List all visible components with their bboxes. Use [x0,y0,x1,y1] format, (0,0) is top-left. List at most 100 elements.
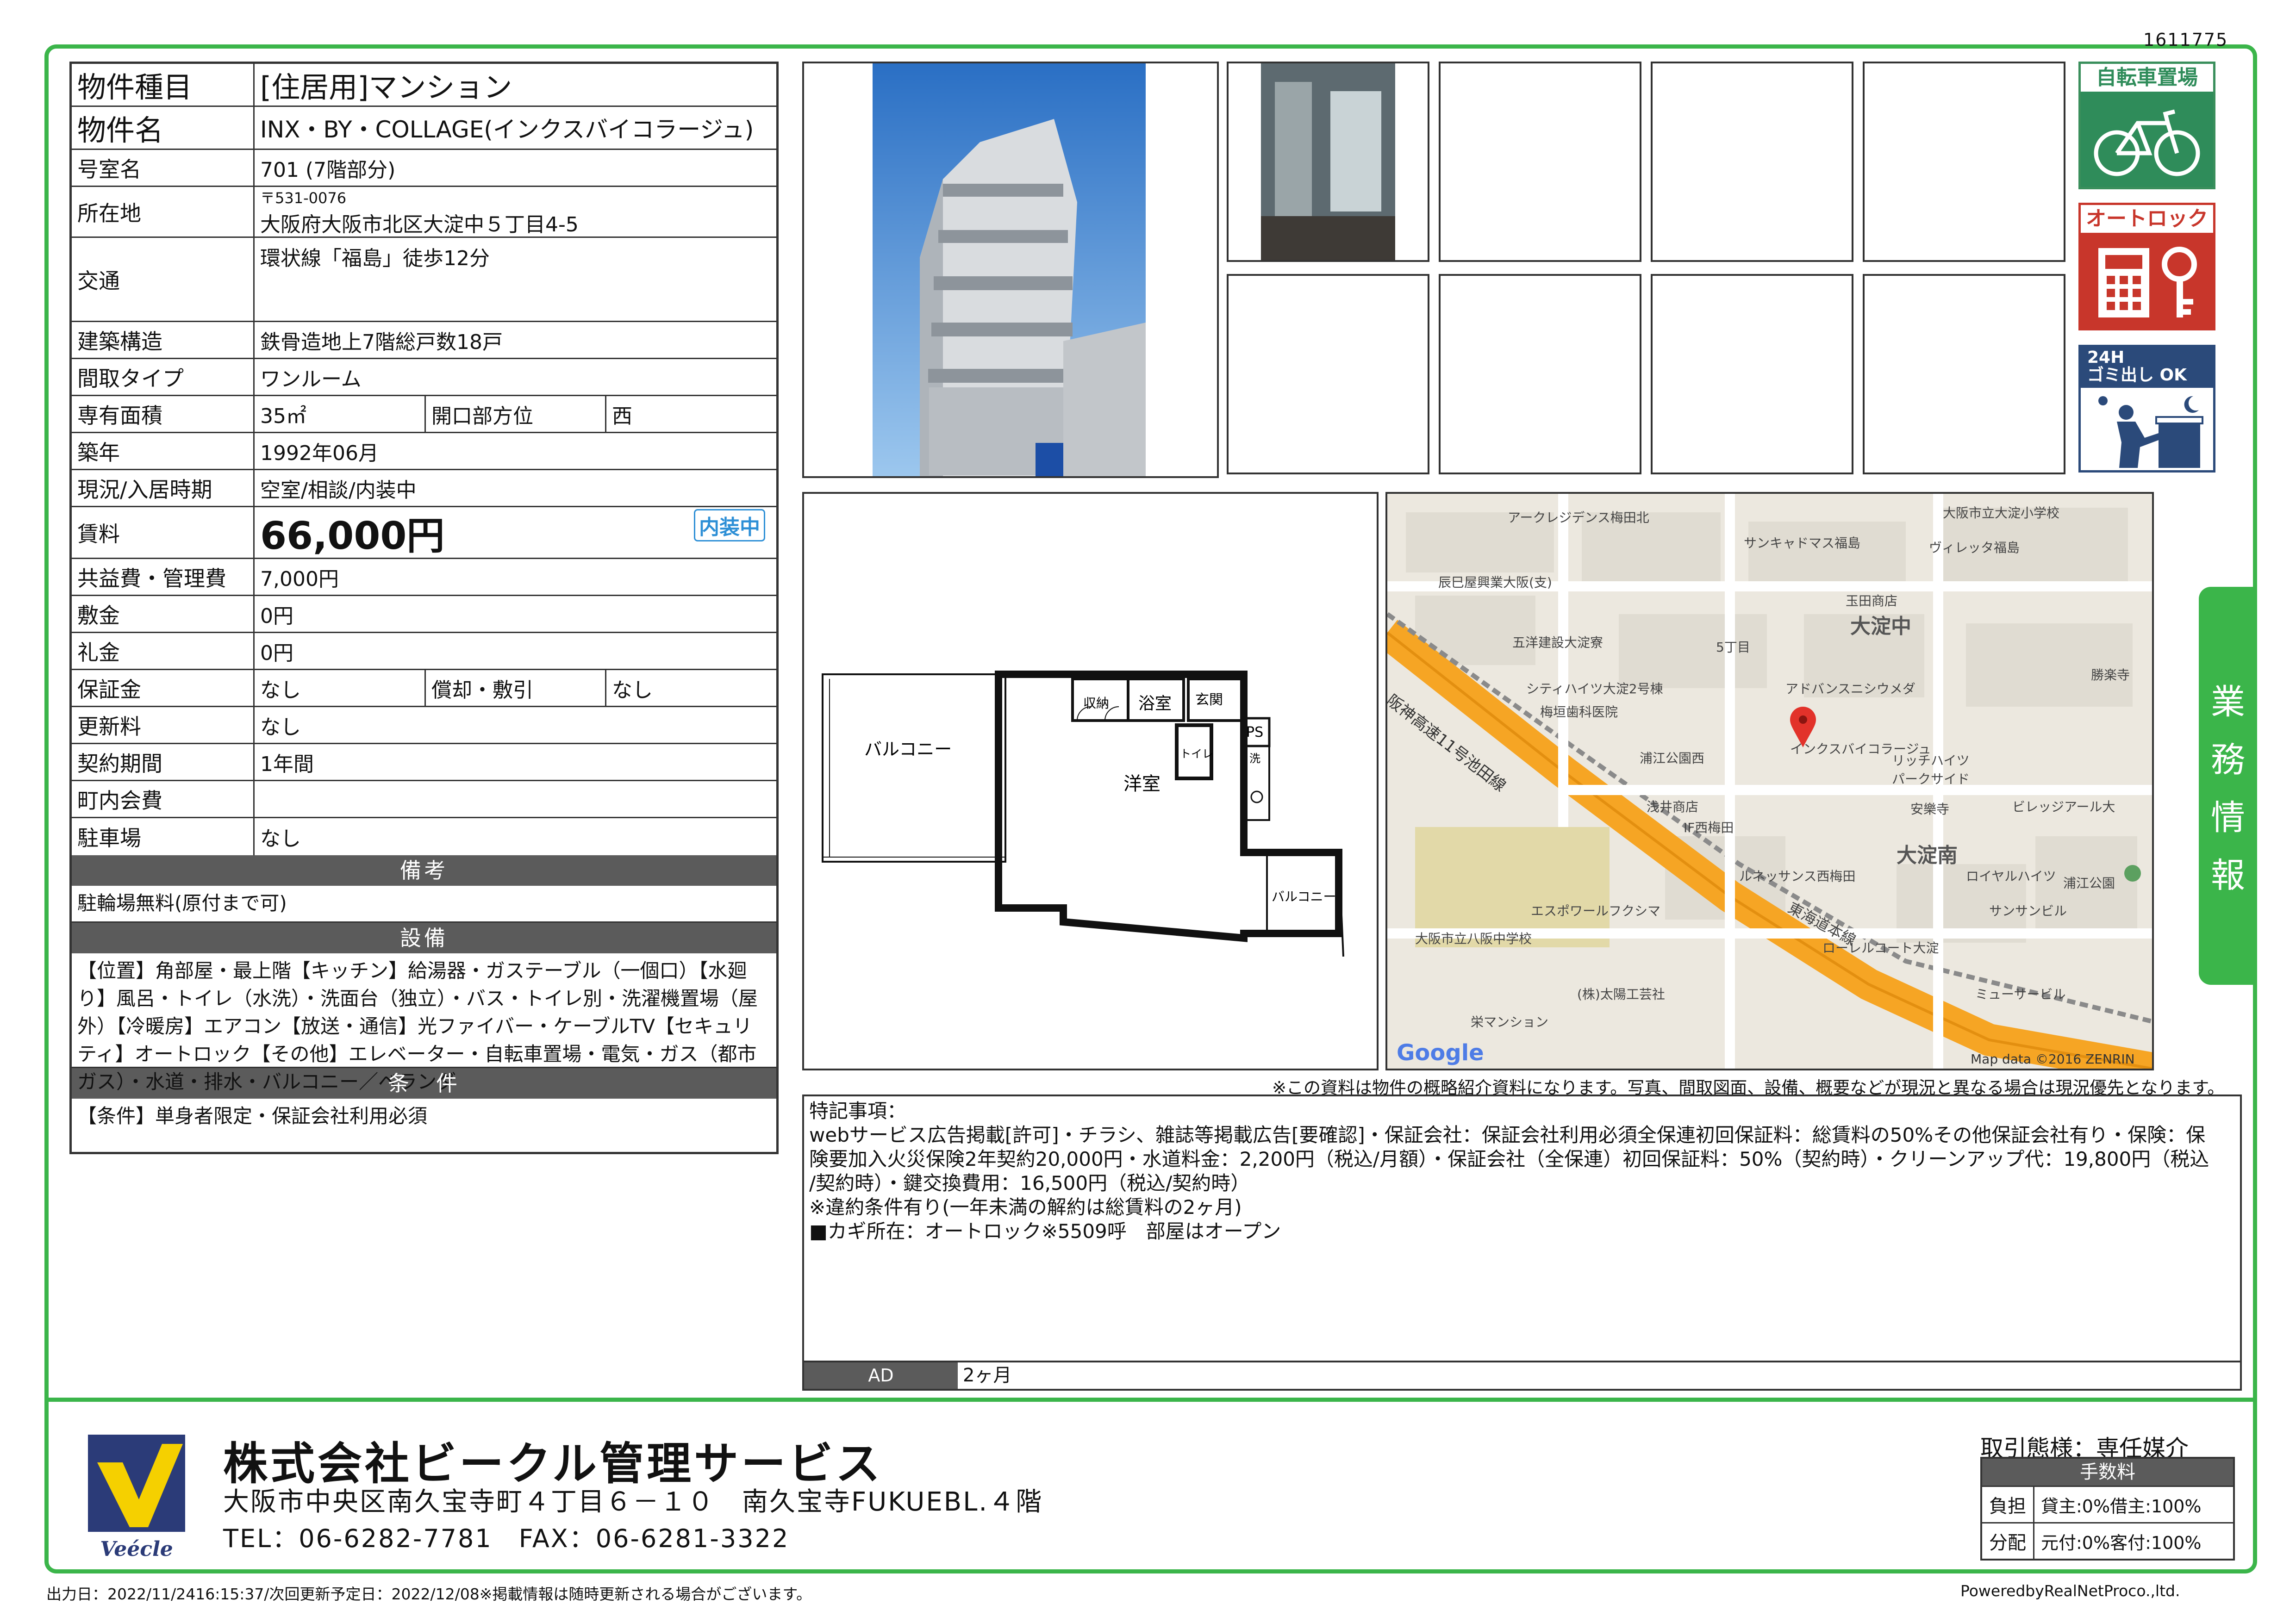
fee-split-label: 分配 [1982,1524,2034,1559]
bicycle-icon [2094,109,2200,176]
map-place-label: 栄マンション [1471,1014,1549,1030]
parking-label: 駐車場 [72,818,255,855]
map-place-label: アークレジデンス梅田北 [1508,510,1649,525]
postal-code: 〒531-0076 [260,189,347,207]
room-value: 701 (7階部分) [260,158,396,182]
side-tab-char: 務 [2211,740,2245,780]
name-label: 物件名 [72,107,255,149]
pipe-space-label: PS [1246,724,1263,740]
map-place-label: アドバンスニシウメダ [1785,681,1915,696]
deposit-label: 敷金 [72,596,255,632]
garbage-ok-label: ゴミ出し OK [2087,366,2187,385]
map-place-label: 梅垣歯科医院 [1540,704,1618,720]
access-value: 環状線「福島」徒歩12分 [260,247,490,270]
business-info-tab[interactable]: 業 務 情 報 [2199,587,2257,985]
common-fee-label: 共益費・管理費 [72,559,255,595]
balcony-left-label: バルコニー [864,739,952,759]
address-value: 大阪府大阪市北区大淀中５丁目4-5 [260,212,579,236]
layout-value: ワンルーム [260,367,362,391]
special-remarks-line: webサービス広告掲載[許可]・チラシ、雑誌等掲載広告[要確認]・保証会社：保証… [809,1124,2206,1146]
rent-value: 66,000円 [260,514,445,558]
side-tab-char: 情 [2211,798,2245,838]
fee-split-value: 元付:0%客付:100% [2041,1532,2202,1553]
conditions-text: 【条件】単身者限定・保証会社利用必須 [77,1105,428,1127]
map-credit: Map data ©2016 ZENRIN [1971,1051,2135,1067]
ad-value: 2ヶ月 [963,1365,1012,1386]
name-value: INX・BY・COLLAGE(インクスバイコラージュ) [260,116,754,143]
building-photo [802,62,1219,478]
special-remarks-line: 険要加入火災保険2年契約20,000円・水道料金：2,200円（税込/月額）・保… [809,1148,2209,1170]
map-place-label: 勝楽寺 [2091,667,2130,683]
map-place-label: ミューサービル [1975,987,2066,1002]
direction-value: 西 [612,404,632,428]
western-room-label: 洋室 [1123,773,1160,795]
status-value: 空室/相談/内装中 [260,478,417,502]
deposit-value: 0円 [260,604,293,628]
amortization-value: なし [612,678,653,702]
area-label: 専有面積 [72,396,255,432]
laundry-label: 洗 [1249,752,1260,765]
built-value: 1992年06月 [260,441,379,465]
photo-slot [1439,62,1641,262]
amortization-label: 償却・敷引 [426,670,606,706]
access-label: 交通 [72,238,255,321]
contract-label: 契約期間 [72,744,255,780]
common-fee-value: 7,000円 [260,567,339,591]
building-photo-image [873,63,1146,476]
renewal-label: 更新料 [72,707,255,743]
map-place-label: サンキャドマス福島 [1744,535,1861,551]
map-place-label: 大阪市立八阪中学校 [1415,931,1532,946]
entrance-photo-thumbnail[interactable] [1227,62,1429,262]
remarks-header: 備考 [72,855,776,886]
rent-label: 賃料 [72,507,255,558]
google-logo: Google [1397,1040,1484,1066]
map-place-label: シティハイツ大淀2号棟 [1526,681,1663,696]
company-phone: TEL：06-6282-7781 FAX：06-6281-3322 [223,1524,790,1553]
town-fee-value [255,781,776,817]
town-fee-label: 町内会費 [72,781,255,817]
area-value: 35㎡ [255,396,426,432]
company-address: 大阪市中央区南久宝寺町４丁目６－１０ 南久宝寺FUKUEBL.４階 [223,1487,1043,1517]
output-date: 出力日：2022/11/2416:15:37/次回更新予定日：2022/12/0… [46,1585,812,1603]
photo-slot [1439,274,1641,474]
layout-label: 間取タイプ [72,359,255,395]
company-logo: Veécle [88,1435,185,1561]
contract-value: 1年間 [260,752,314,776]
floorplan-drawing: バルコニー 収納 浴室 玄関 トイレ PS 洗 洋室 バルコニー [822,671,1344,957]
fee-burden-value: 貸主:0%借主:100% [2041,1496,2202,1517]
garbage-disposal-icon [2098,396,2203,468]
logo-text: Veécle [100,1537,173,1561]
location-map[interactable]: アークレジデンス梅田北 大阪市立大淀小学校 サンキャドマス福島 ヴィレッタ福島 辰巳屋興… [1385,492,2154,1070]
structure-label: 建築構造 [72,322,255,358]
address-label: 所在地 [72,187,255,236]
ad-row [802,1361,2242,1391]
renewal-value: なし [260,715,301,739]
property-info-table: 物件種目 [住居用]マンション 物件名 INX・BY・COLLAGE(インクスバイコ… [69,62,779,1154]
special-remarks-text: 特記事項： webサービス広告掲載[許可]・チラシ、雑誌等掲載広告[要確認]・保… [809,1099,2226,1244]
side-tab-char: 業 [2211,682,2245,722]
guarantee-label: 保証金 [72,670,255,706]
garbage-24h-badge: 24H ゴミ出し OK [2078,345,2215,473]
storage-label: 収納 [1083,696,1109,711]
map-place-label: エスポワールフクシマ [1531,903,1661,919]
map-place-label: IF西梅田 [1684,820,1734,835]
photo-slot [1651,274,1853,474]
photo-slot [1651,62,1853,262]
rent-status-badge: 内装中 [694,509,765,541]
photo-slot [1863,274,2065,474]
powered-by: PoweredbyRealNetProco.,ltd. [1960,1582,2180,1600]
map-place-label: ルネッサンス西梅田 [1739,869,1856,884]
special-remarks-line: /契約時）・鍵交換費用：16,500円（税込/契約時） [809,1172,1250,1194]
lock-icon [2098,247,2197,317]
bath-label: 浴室 [1138,694,1172,713]
ad-label: AD [804,1362,958,1389]
toilet-label: トイレ [1180,747,1213,760]
room-label: 号室名 [72,150,255,186]
key-money-label: 礼金 [72,633,255,669]
map-place-label: パークサイド [1892,771,1970,787]
equipment-text: 【位置】角部屋・最上階【キッチン】給湯器・ガステーブル（一個口）【水廻り】風呂・… [72,953,776,1093]
map-pin-icon[interactable] [1789,707,1817,748]
fee-table: 手数料 負担 貸主:0%借主:100% 分配 元付:0%客付:100% [1980,1457,2235,1561]
map-place-label: 辰巳屋興業大阪(支) [1438,575,1552,590]
equipment-header: 設備 [72,923,776,953]
